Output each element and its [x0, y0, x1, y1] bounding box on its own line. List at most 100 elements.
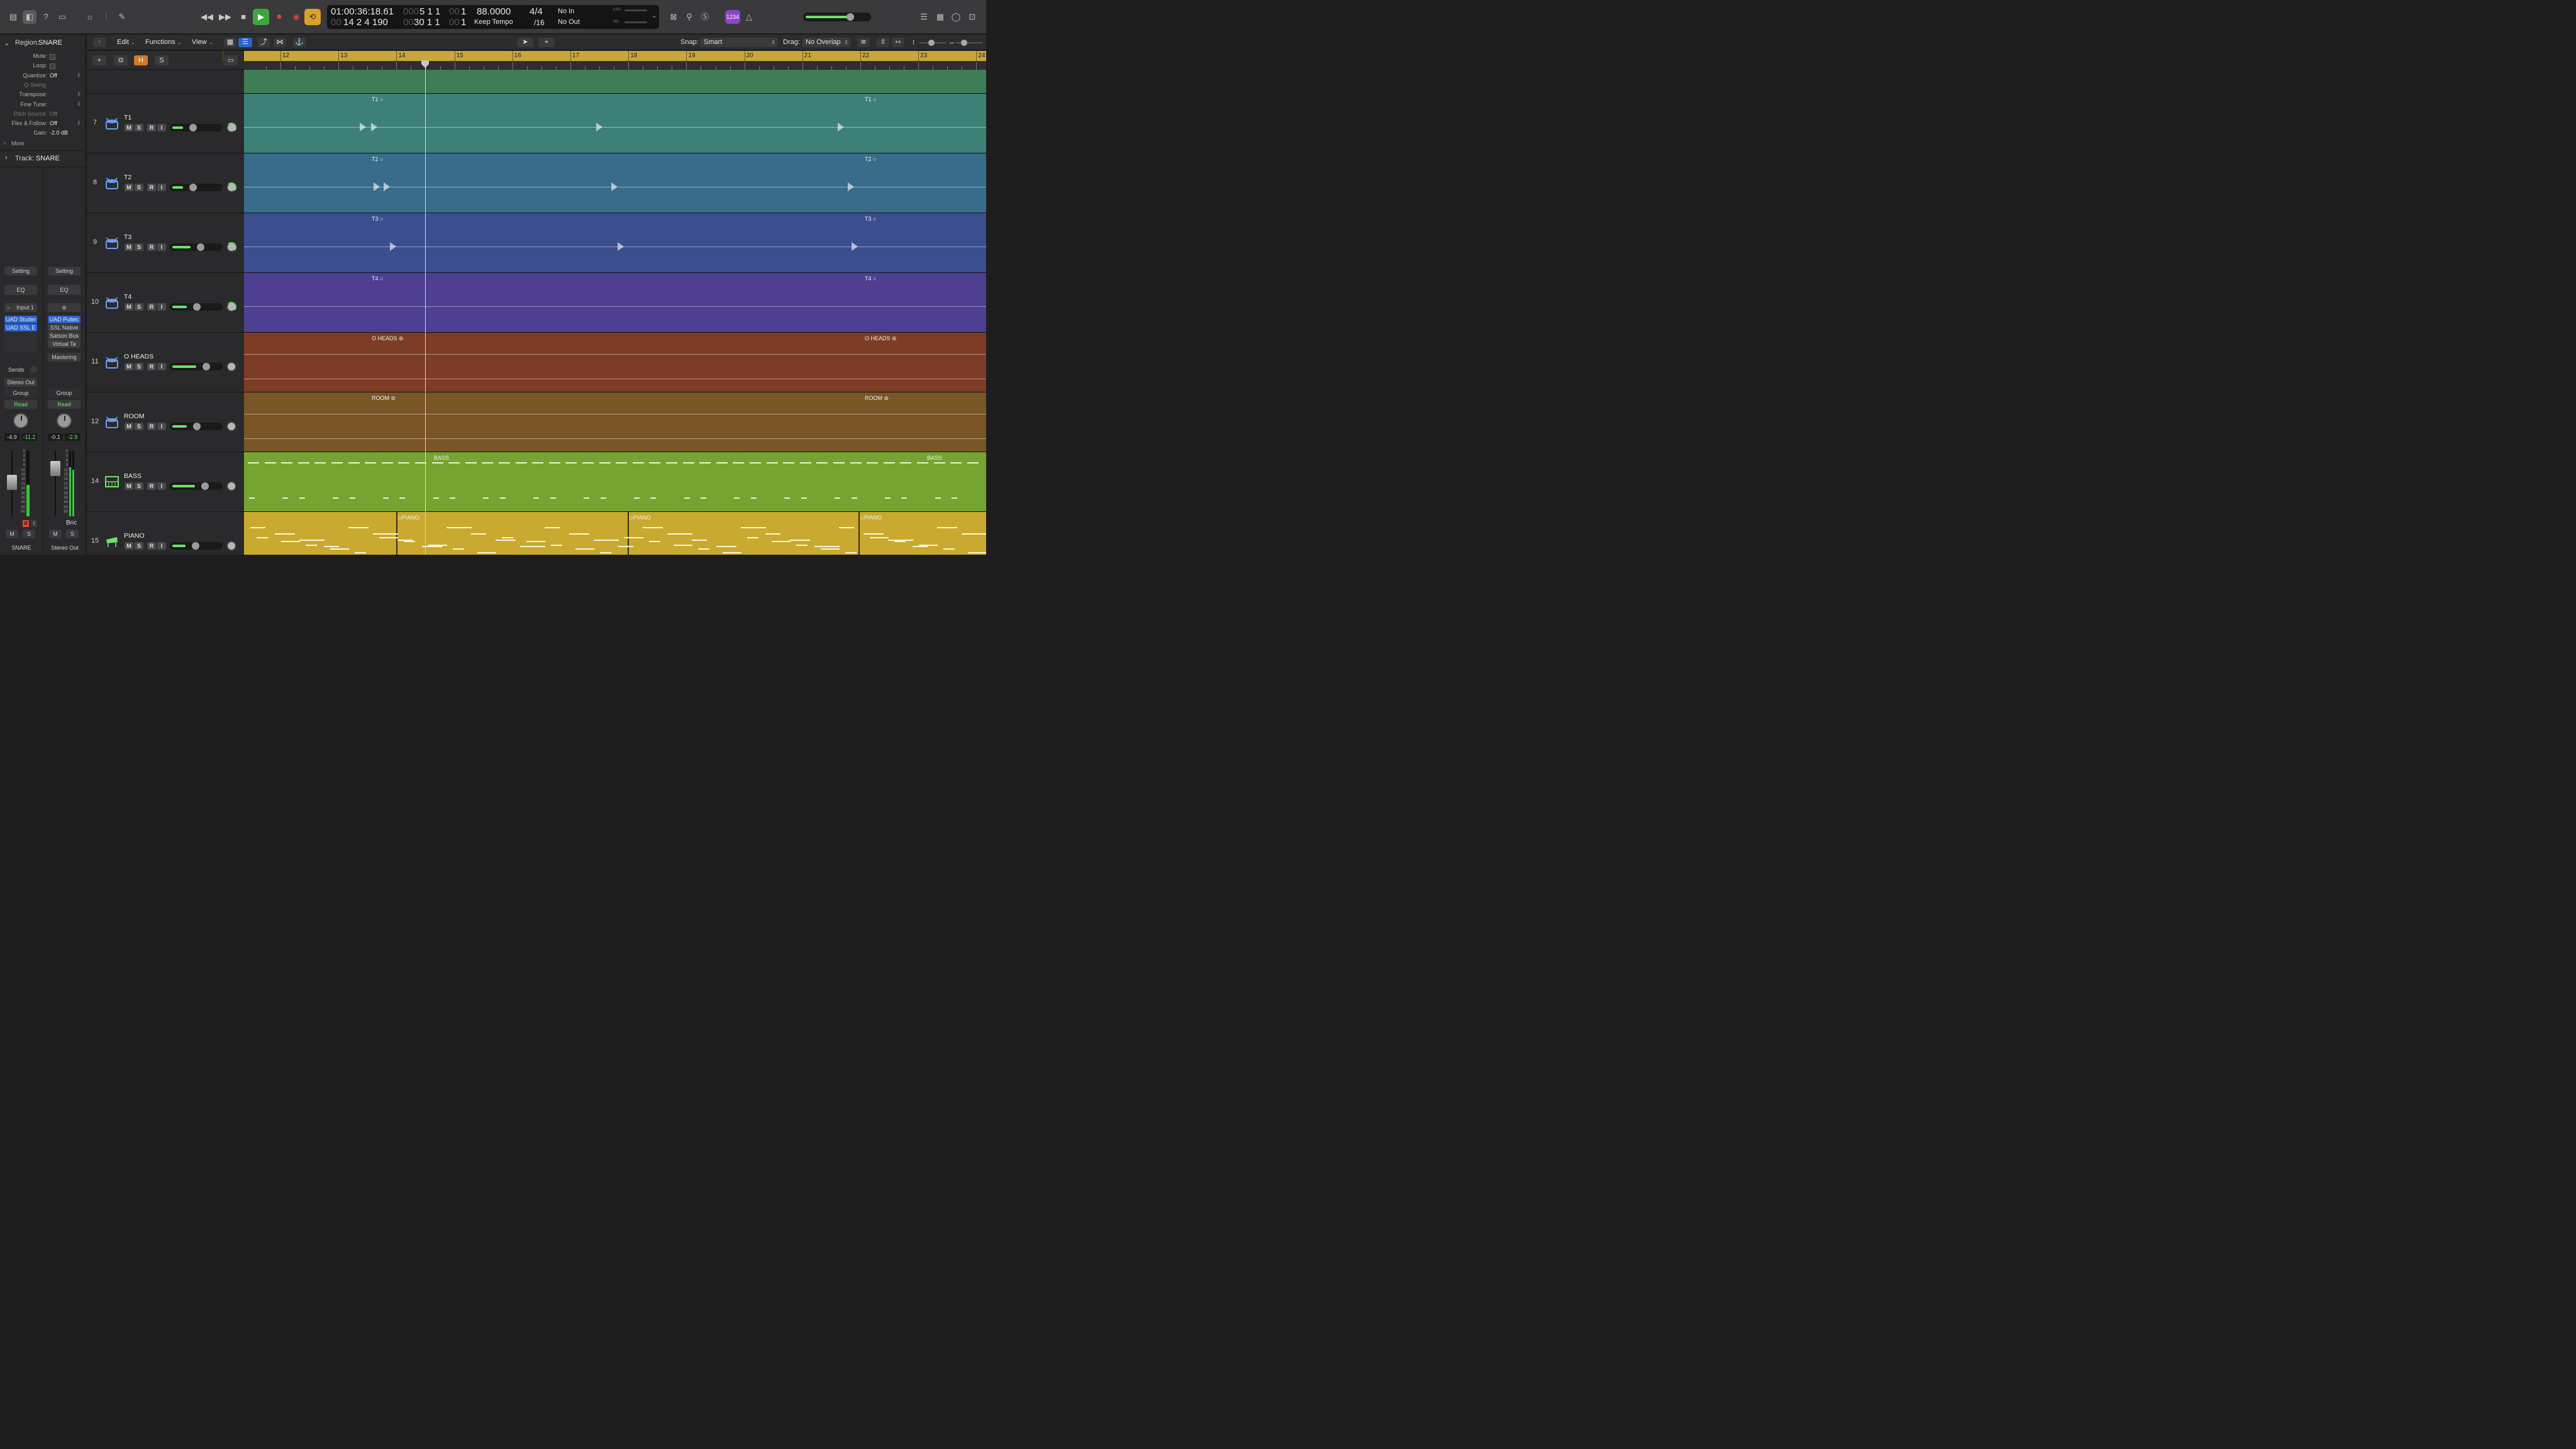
pan-knob[interactable]	[226, 421, 236, 431]
mixer-icon[interactable]: ⫶	[99, 10, 113, 24]
inspector-row[interactable]: Q-Swing:	[0, 82, 86, 91]
strip1-eq-button[interactable]: EQ	[4, 285, 37, 295]
region-label[interactable]: ◇PIANO	[397, 514, 419, 521]
track-name[interactable]: T4	[124, 293, 131, 301]
inspector-row-value[interactable]: Off	[50, 120, 57, 126]
fast-forward-button[interactable]: ▶▶	[217, 9, 233, 25]
solo-button[interactable]: S	[135, 303, 143, 311]
record-enable-button[interactable]: R	[147, 243, 156, 251]
track-header-partial[interactable]	[87, 70, 244, 94]
metronome-icon[interactable]: △	[742, 10, 756, 24]
volume-knob[interactable]	[189, 184, 197, 191]
region-label[interactable]: BASS	[927, 455, 942, 461]
input-monitor-button[interactable]: I	[157, 243, 166, 251]
stepper-icon[interactable]: ⇕	[77, 120, 81, 126]
strip2-plugin-1[interactable]: UAD Pultec	[48, 316, 80, 323]
input-monitor-button[interactable]: I	[157, 363, 166, 370]
inspector-checkbox[interactable]	[50, 64, 55, 70]
cycle-button[interactable]: ⟲	[304, 9, 321, 25]
cycle-region[interactable]: 12 13 14 15 16 17 18 19 20 21 22 23 24	[222, 51, 986, 61]
region-label[interactable]: ◇PIANO	[860, 514, 882, 521]
strip1-pan-knob[interactable]	[13, 413, 28, 428]
inspector-row[interactable]: Pitch Source: Off	[0, 111, 86, 119]
vertical-zoom-slider[interactable]	[919, 40, 946, 46]
solo-button[interactable]: S	[135, 124, 143, 131]
list-editors-icon[interactable]: ⊠	[667, 10, 680, 24]
bar-ruler[interactable]: 12 13 14 15 16 17 18 19 20 21 22 23 24	[222, 51, 986, 70]
stepper-icon[interactable]: ⇕	[77, 101, 81, 107]
strip1-sends-knob[interactable]	[30, 366, 37, 373]
volume-knob[interactable]	[189, 124, 197, 131]
inspector-row[interactable]: Fine Tune: ⇕	[0, 101, 86, 110]
region-label[interactable]: O HEADS ⊚	[865, 335, 897, 342]
strip2-plugin-3[interactable]: Satson Bus	[48, 332, 80, 340]
view-menu[interactable]: View ⌄	[192, 38, 213, 47]
track-lane[interactable]: ◇PIANO ◇PIANO ◇PIANO	[244, 512, 986, 555]
back-arrow-icon[interactable]: ↑	[93, 38, 106, 47]
pointer-tool-icon[interactable]: ➤	[517, 38, 533, 47]
region-label[interactable]: T4 ○	[865, 275, 876, 282]
rewind-button[interactable]: ◀◀	[199, 9, 215, 25]
inspector-checkbox[interactable]	[50, 54, 55, 60]
inspector-row[interactable]: Flex & Follow: Off ⇕	[0, 120, 86, 129]
solo-button[interactable]: S	[135, 243, 143, 251]
loops-icon[interactable]: ◯	[949, 10, 963, 24]
track-volume-slider[interactable]	[170, 363, 223, 370]
track-chevron-right-icon[interactable]: ›	[5, 154, 8, 162]
playhead-handle[interactable]	[421, 60, 430, 68]
input-monitor-button[interactable]: I	[157, 423, 166, 430]
inspector-row[interactable]: Gain: -2.0 dB	[0, 130, 86, 138]
track-header-name[interactable]: SNARE	[36, 155, 60, 162]
record-enable-button[interactable]: R	[147, 124, 156, 131]
solo-global-button[interactable]: S	[155, 55, 169, 65]
strip2-group-button[interactable]: Group	[48, 389, 80, 397]
track-header[interactable]: 7 T1 M S R I	[87, 94, 244, 153]
track-volume-slider[interactable]	[170, 423, 223, 430]
record-enable-button[interactable]: R	[147, 363, 156, 370]
track-header[interactable]: 14 BASS M S R I	[87, 452, 244, 512]
strip2-link-icon[interactable]: ⊚	[48, 303, 80, 312]
strip1-solo-button[interactable]: S	[23, 530, 35, 538]
record-enable-button[interactable]: R	[147, 542, 156, 550]
track-volume-slider[interactable]	[170, 184, 223, 191]
strip1-group-button[interactable]: Group	[4, 389, 37, 397]
global-tracks-icon[interactable]: ▭	[224, 55, 238, 65]
ruler-ticks[interactable]	[244, 61, 986, 70]
track-header[interactable]: 11 O HEADS M S R I	[87, 333, 244, 392]
lcd-chevron-down-icon[interactable]: ⌄	[652, 13, 657, 19]
region-label[interactable]: T1 ○	[372, 96, 383, 103]
region-label[interactable]: ROOM ⊚	[372, 395, 396, 402]
track-lane[interactable]: T3 ○ T3 ○	[244, 213, 986, 273]
slider-knob[interactable]	[961, 40, 967, 46]
mute-button[interactable]: M	[125, 363, 133, 370]
smart-controls-icon[interactable]: ☼	[83, 10, 97, 24]
lcd-display[interactable]: 01:00:36:18.61 00 14 2 4 190 000 5 1 1 0…	[327, 5, 659, 29]
track-lane[interactable]: T1 ○ T1 ○	[244, 94, 986, 153]
track-name[interactable]: T2	[124, 174, 131, 181]
inspector-row-value[interactable]: Off	[50, 111, 57, 117]
record-enable-button[interactable]: R	[147, 423, 156, 430]
grid-view-icon[interactable]: ▦	[224, 38, 236, 47]
list-view-icon[interactable]: ☰	[238, 38, 252, 47]
region-label[interactable]: T1 ○	[865, 96, 876, 103]
fader-cap[interactable]	[7, 475, 17, 490]
inspector-row-value[interactable]: Off	[50, 72, 57, 79]
region-label[interactable]: O HEADS ⊚	[372, 335, 404, 342]
volume-knob[interactable]	[203, 363, 210, 370]
strip2-mute-button[interactable]: M	[49, 530, 62, 538]
volume-knob[interactable]	[192, 423, 201, 430]
strip1-volume-fader[interactable]	[7, 451, 17, 516]
track-lane[interactable]: T2 ○ T2 ○	[244, 153, 986, 213]
inspector-row[interactable]: Quantize: Off ⇕	[0, 72, 86, 81]
inspector-row-value[interactable]: -2.0 dB	[50, 130, 68, 136]
track-header[interactable]: 9 T3 M S R I	[87, 213, 244, 273]
pan-knob[interactable]	[226, 481, 236, 491]
notepad-icon[interactable]: ▦	[933, 10, 947, 24]
track-name[interactable]: ROOM	[124, 413, 145, 420]
input-monitor-button[interactable]: I	[157, 184, 166, 191]
strip1-output-button[interactable]: Stereo Out	[4, 378, 37, 387]
track-lane[interactable]: ROOM ⊚ ROOM ⊚	[244, 392, 986, 452]
inspector-toggle-icon[interactable]: ◧	[23, 10, 36, 24]
functions-menu[interactable]: Functions ⌄	[145, 38, 181, 47]
inspector-row[interactable]: Loop:	[0, 62, 86, 71]
